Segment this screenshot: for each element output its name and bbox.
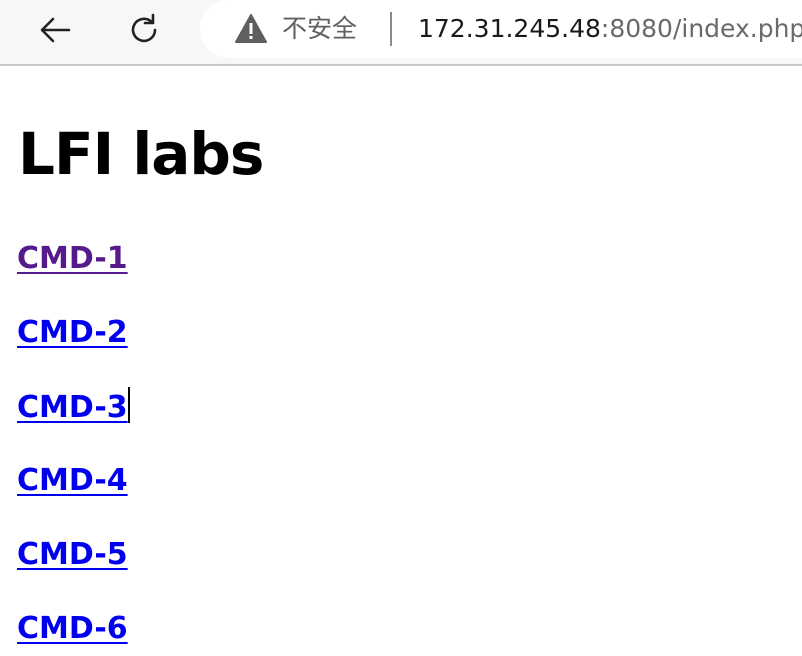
page-title: LFI labs [18,120,264,188]
url-host: 172.31.245.48 [418,14,601,43]
text-caret [127,387,130,423]
link-cmd-5[interactable]: CMD-5 [17,535,128,575]
address-divider [390,12,392,46]
link-cmd-6[interactable]: CMD-6 [17,609,128,649]
link-cmd-1[interactable]: CMD-1 [17,239,128,279]
page-content: LFI labs CMD-1 CMD-2 CMD-3 CMD-4 CMD-5 C… [0,66,802,656]
warning-triangle-icon[interactable] [234,13,268,45]
security-label[interactable]: 不安全 [282,0,357,58]
address-bar[interactable]: 不安全 172.31.245.48:8080/index.php [200,0,802,58]
reload-button[interactable] [123,9,165,51]
link-cmd-3[interactable]: CMD-3 [17,390,128,425]
reload-icon [131,13,157,43]
link-cmd-2[interactable]: CMD-2 [17,313,128,353]
back-arrow-icon [40,17,71,43]
browser-toolbar: 不安全 172.31.245.48:8080/index.php [0,0,802,66]
url-text[interactable]: 172.31.245.48:8080/index.php [418,0,802,58]
link-cmd-4[interactable]: CMD-4 [17,461,128,501]
url-path: :8080/index.php [600,14,802,43]
link-cmd-3-wrapper: CMD-3 [17,387,130,428]
back-button[interactable] [34,9,76,51]
